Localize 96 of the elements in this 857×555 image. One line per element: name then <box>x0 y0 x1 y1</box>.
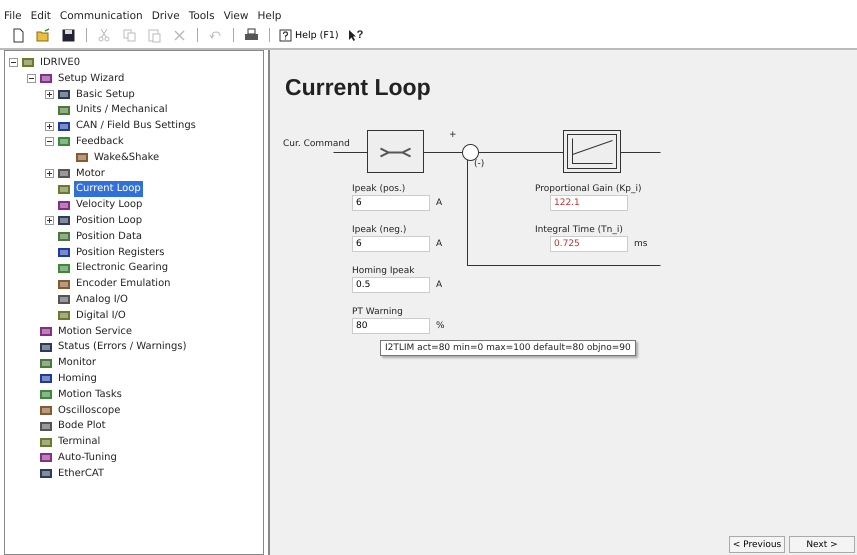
field-label: PT Warning <box>352 307 404 317</box>
tree-item[interactable]: Motion Service <box>56 324 134 340</box>
help-button[interactable]: Help (F1) <box>277 28 341 42</box>
node-icon <box>39 420 53 433</box>
input-label: Cur. Command <box>283 139 350 149</box>
tree-item[interactable]: Monitor <box>56 355 98 371</box>
node-icon <box>57 262 71 275</box>
tree-item[interactable]: Analog I/O <box>74 292 130 308</box>
node-icon <box>57 309 71 322</box>
menu-item[interactable]: Tools <box>188 10 215 22</box>
field-label: Ipeak (pos.) <box>352 184 406 194</box>
node-icon <box>57 198 71 212</box>
tree-item[interactable]: Setup Wizard <box>56 70 126 87</box>
tree-item[interactable]: Basic Setup <box>74 86 137 102</box>
question-box-icon <box>279 28 292 42</box>
node-icon <box>57 104 71 117</box>
menu-item[interactable]: Drive <box>152 10 180 22</box>
node-icon <box>39 340 53 354</box>
tree-item[interactable]: Digital I/O <box>74 308 128 324</box>
expand-icon[interactable] <box>45 90 54 99</box>
tree-item[interactable]: IDRIVE0 <box>38 55 82 71</box>
tree-item[interactable]: Wake&Shake <box>92 150 162 166</box>
field-label: Integral Time (Tn_i) <box>535 225 623 235</box>
tree-item[interactable]: Oscilloscope <box>56 402 122 418</box>
tree-item[interactable]: Position Loop <box>74 212 144 229</box>
field-label: Homing Ipeak <box>352 266 416 276</box>
input-field[interactable]: 0.5 <box>352 277 430 293</box>
previous-button[interactable]: < Previous <box>729 536 785 553</box>
collapse-icon[interactable] <box>45 137 54 146</box>
expand-icon[interactable] <box>45 122 54 131</box>
tree-item[interactable]: Motor <box>74 166 107 182</box>
tree-item[interactable]: Feedback <box>74 134 126 150</box>
field-label: Ipeak (neg.) <box>352 225 408 235</box>
expand-icon[interactable] <box>45 216 54 226</box>
input-field[interactable]: 122.1 <box>550 195 628 211</box>
menu-item[interactable]: View <box>224 10 248 22</box>
menu-item[interactable]: File <box>4 10 22 22</box>
node-icon <box>57 135 71 148</box>
field-label: Proportional Gain (Kp_i) <box>535 184 642 194</box>
node-icon <box>39 467 53 480</box>
input-field[interactable]: 6 <box>352 236 430 252</box>
unit-label: ms <box>634 239 648 249</box>
node-icon <box>39 436 53 449</box>
node-icon <box>57 88 71 101</box>
node-icon <box>57 293 71 306</box>
plus-sign: + <box>449 130 457 140</box>
tree-item[interactable]: Encoder Emulation <box>74 276 173 292</box>
node-icon <box>21 56 35 70</box>
tree-item[interactable]: Motion Tasks <box>56 386 124 403</box>
tree-item[interactable]: Homing <box>56 370 99 387</box>
node-icon <box>57 166 71 180</box>
node-icon <box>39 372 53 386</box>
menu-item[interactable]: Help <box>257 10 282 22</box>
tree-item[interactable]: Auto-Tuning <box>56 450 119 466</box>
expand-icon[interactable] <box>45 168 54 178</box>
tree-item[interactable]: Position Data <box>74 228 144 245</box>
node-icon <box>39 388 53 402</box>
pointer-icon <box>348 28 357 42</box>
collapse-icon[interactable] <box>27 74 36 84</box>
tree-item[interactable]: Electronic Gearing <box>74 260 170 276</box>
tree-item[interactable]: Status (Errors / Warnings) <box>56 339 188 356</box>
node-icon <box>57 182 71 196</box>
node-icon <box>57 246 71 259</box>
tooltip: I2TLIM act=80 min=0 max=100 default=80 objno=90 <box>380 340 636 356</box>
unit-label: A <box>436 239 442 249</box>
minus-sign: (-) <box>474 159 484 169</box>
node-icon <box>57 120 71 133</box>
tree-item[interactable]: Current Loop <box>74 181 143 198</box>
unit-label: A <box>436 198 442 208</box>
unit-label: % <box>436 321 445 331</box>
node-icon <box>39 72 53 86</box>
node-icon <box>57 278 71 291</box>
tree-item[interactable]: EtherCAT <box>56 466 106 482</box>
node-icon <box>39 324 53 338</box>
page-title: Current Loop <box>284 73 432 101</box>
input-field[interactable]: 6 <box>352 195 430 211</box>
node-icon <box>39 404 53 417</box>
input-field[interactable]: 0.725 <box>550 236 628 252</box>
input-field[interactable]: 80 <box>352 318 430 334</box>
menu-item[interactable]: Communication <box>60 10 143 22</box>
tree-item[interactable]: Units / Mechanical <box>74 102 170 118</box>
whats-this-button[interactable]: ? <box>344 28 366 42</box>
tree-item[interactable]: Bode Plot <box>56 418 108 434</box>
next-button[interactable]: Next > <box>789 536 855 553</box>
unit-label: A <box>436 280 442 290</box>
node-icon <box>57 230 71 244</box>
tree-item[interactable]: Velocity Loop <box>74 197 144 213</box>
node-icon <box>75 151 89 164</box>
tree-item[interactable]: Terminal <box>56 434 102 450</box>
node-icon <box>57 214 71 228</box>
menu-item[interactable]: Edit <box>30 10 51 22</box>
node-icon <box>39 451 53 464</box>
tree-item[interactable]: CAN / Field Bus Settings <box>74 118 198 134</box>
node-icon <box>39 356 53 370</box>
collapse-icon[interactable] <box>9 58 18 68</box>
tree-item[interactable]: Position Registers <box>74 244 166 260</box>
